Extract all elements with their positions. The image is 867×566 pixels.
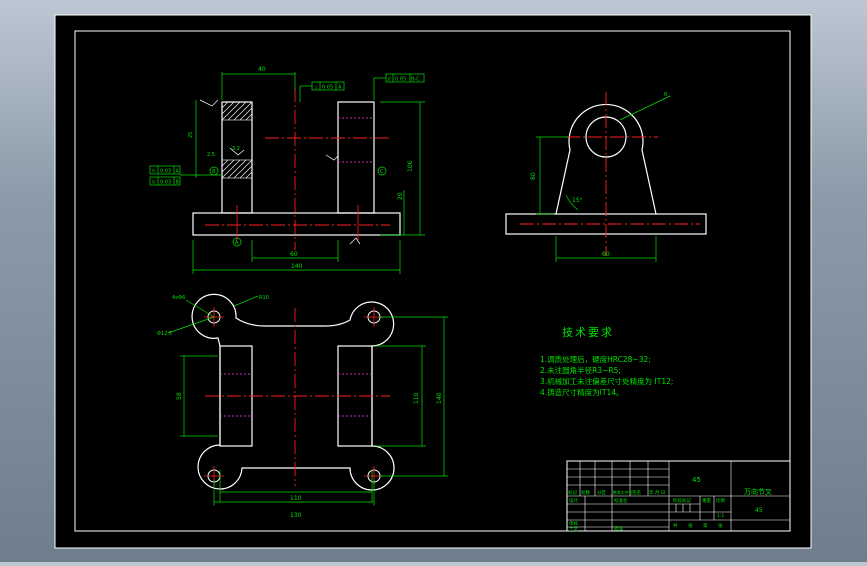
svg-text:C: C xyxy=(380,169,384,175)
tech-req-item: 3.机械加工未注偏差尺寸处精度为 IT12; xyxy=(540,376,673,386)
cad-viewport[interactable]: 40 60 140 106 20 25 2.5 3.2 ⊥ 0.05 A // … xyxy=(0,0,867,562)
side-dim-angle: 15° xyxy=(572,197,583,204)
title-standard-label: 标准化 xyxy=(614,497,628,504)
plan-dim-bottom-outer: 130 xyxy=(290,512,302,519)
tech-req-item: 2.未注圆角半径R3~R5; xyxy=(540,365,621,375)
title-row-label: 处数 xyxy=(581,489,590,496)
title-stage-label: 阶段标记 xyxy=(673,497,691,504)
side-dim-bottom: 60 xyxy=(602,251,610,258)
plan-dim-right-inner: 110 xyxy=(413,392,420,404)
dim-inner-gap: 60 xyxy=(290,251,298,258)
svg-text:B: B xyxy=(176,180,180,186)
title-sheet-label: 共 xyxy=(673,522,678,529)
title-approve-label: 批准 xyxy=(614,525,623,532)
title-row-label: 标记 xyxy=(568,489,577,496)
title-weight-label: 重量 xyxy=(702,497,711,504)
tech-req-item: 4.铸造尺寸精度为IT14。 xyxy=(540,387,624,397)
svg-text:⊥: ⊥ xyxy=(314,85,318,91)
title-sheet-label: 张 xyxy=(688,522,693,529)
svg-text:B: B xyxy=(212,169,216,175)
title-scale-value: 1:1 xyxy=(717,513,724,519)
svg-text:⊙: ⊙ xyxy=(152,180,156,186)
title-review-label: 审核 xyxy=(569,520,578,527)
title-part-name: 万向节叉 xyxy=(744,487,772,496)
plan-dim-holes: 4xΦ6 xyxy=(172,295,185,301)
plan-dim-corner: R10 xyxy=(259,295,269,301)
title-unit: 45 xyxy=(755,507,763,514)
dim-top-width: 40 xyxy=(258,66,266,73)
svg-text:0.05: 0.05 xyxy=(395,77,406,83)
svg-text:B-C: B-C xyxy=(411,77,420,83)
title-process-label: 工艺 xyxy=(569,527,578,533)
side-dim-radius: R xyxy=(664,92,668,98)
title-row-label: 分区 xyxy=(597,489,606,496)
dim-base-width: 140 xyxy=(291,263,303,270)
title-scale-label: 比例 xyxy=(716,497,725,504)
drawing-sheet xyxy=(54,14,812,549)
title-row-label: 更改文件号 xyxy=(613,489,633,495)
svg-text:0.03: 0.03 xyxy=(160,180,171,186)
plan-dim-hole-small: Φ12.5 xyxy=(157,331,172,337)
dim-left-height: 25 xyxy=(188,132,194,138)
svg-text:0.03: 0.03 xyxy=(160,169,171,175)
tech-req-item: 1.调质处理后，硬度HRC28~32; xyxy=(540,354,651,364)
drawing-canvas: 40 60 140 106 20 25 2.5 3.2 ⊥ 0.05 A // … xyxy=(54,14,812,549)
dim-height-total: 106 xyxy=(407,160,414,172)
svg-text:⊙: ⊙ xyxy=(152,169,156,175)
plan-dim-bottom-inner: 110 xyxy=(290,495,302,502)
plan-dim-left: 58 xyxy=(176,392,183,400)
tech-req-title: 技术要求 xyxy=(562,326,614,339)
title-row-label: 年 月 日 xyxy=(649,489,665,496)
dim-base-thickness: 20 xyxy=(397,192,404,200)
svg-text:0.05: 0.05 xyxy=(322,85,333,91)
title-design-label: 设计 xyxy=(569,497,578,504)
title-row-label: 签名 xyxy=(632,489,641,496)
svg-text:A: A xyxy=(176,169,180,175)
title-sheet-label: 第 xyxy=(703,522,708,529)
dim-left-small: 2.5 xyxy=(207,152,215,158)
svg-text://: // xyxy=(388,77,392,83)
side-dim-height: 80 xyxy=(530,172,537,180)
title-sheet-label: 张 xyxy=(718,522,723,529)
title-material: 45 xyxy=(692,476,701,484)
plan-dim-right-outer: 140 xyxy=(436,392,443,404)
svg-text:A: A xyxy=(235,240,239,246)
svg-text:A: A xyxy=(338,85,342,91)
